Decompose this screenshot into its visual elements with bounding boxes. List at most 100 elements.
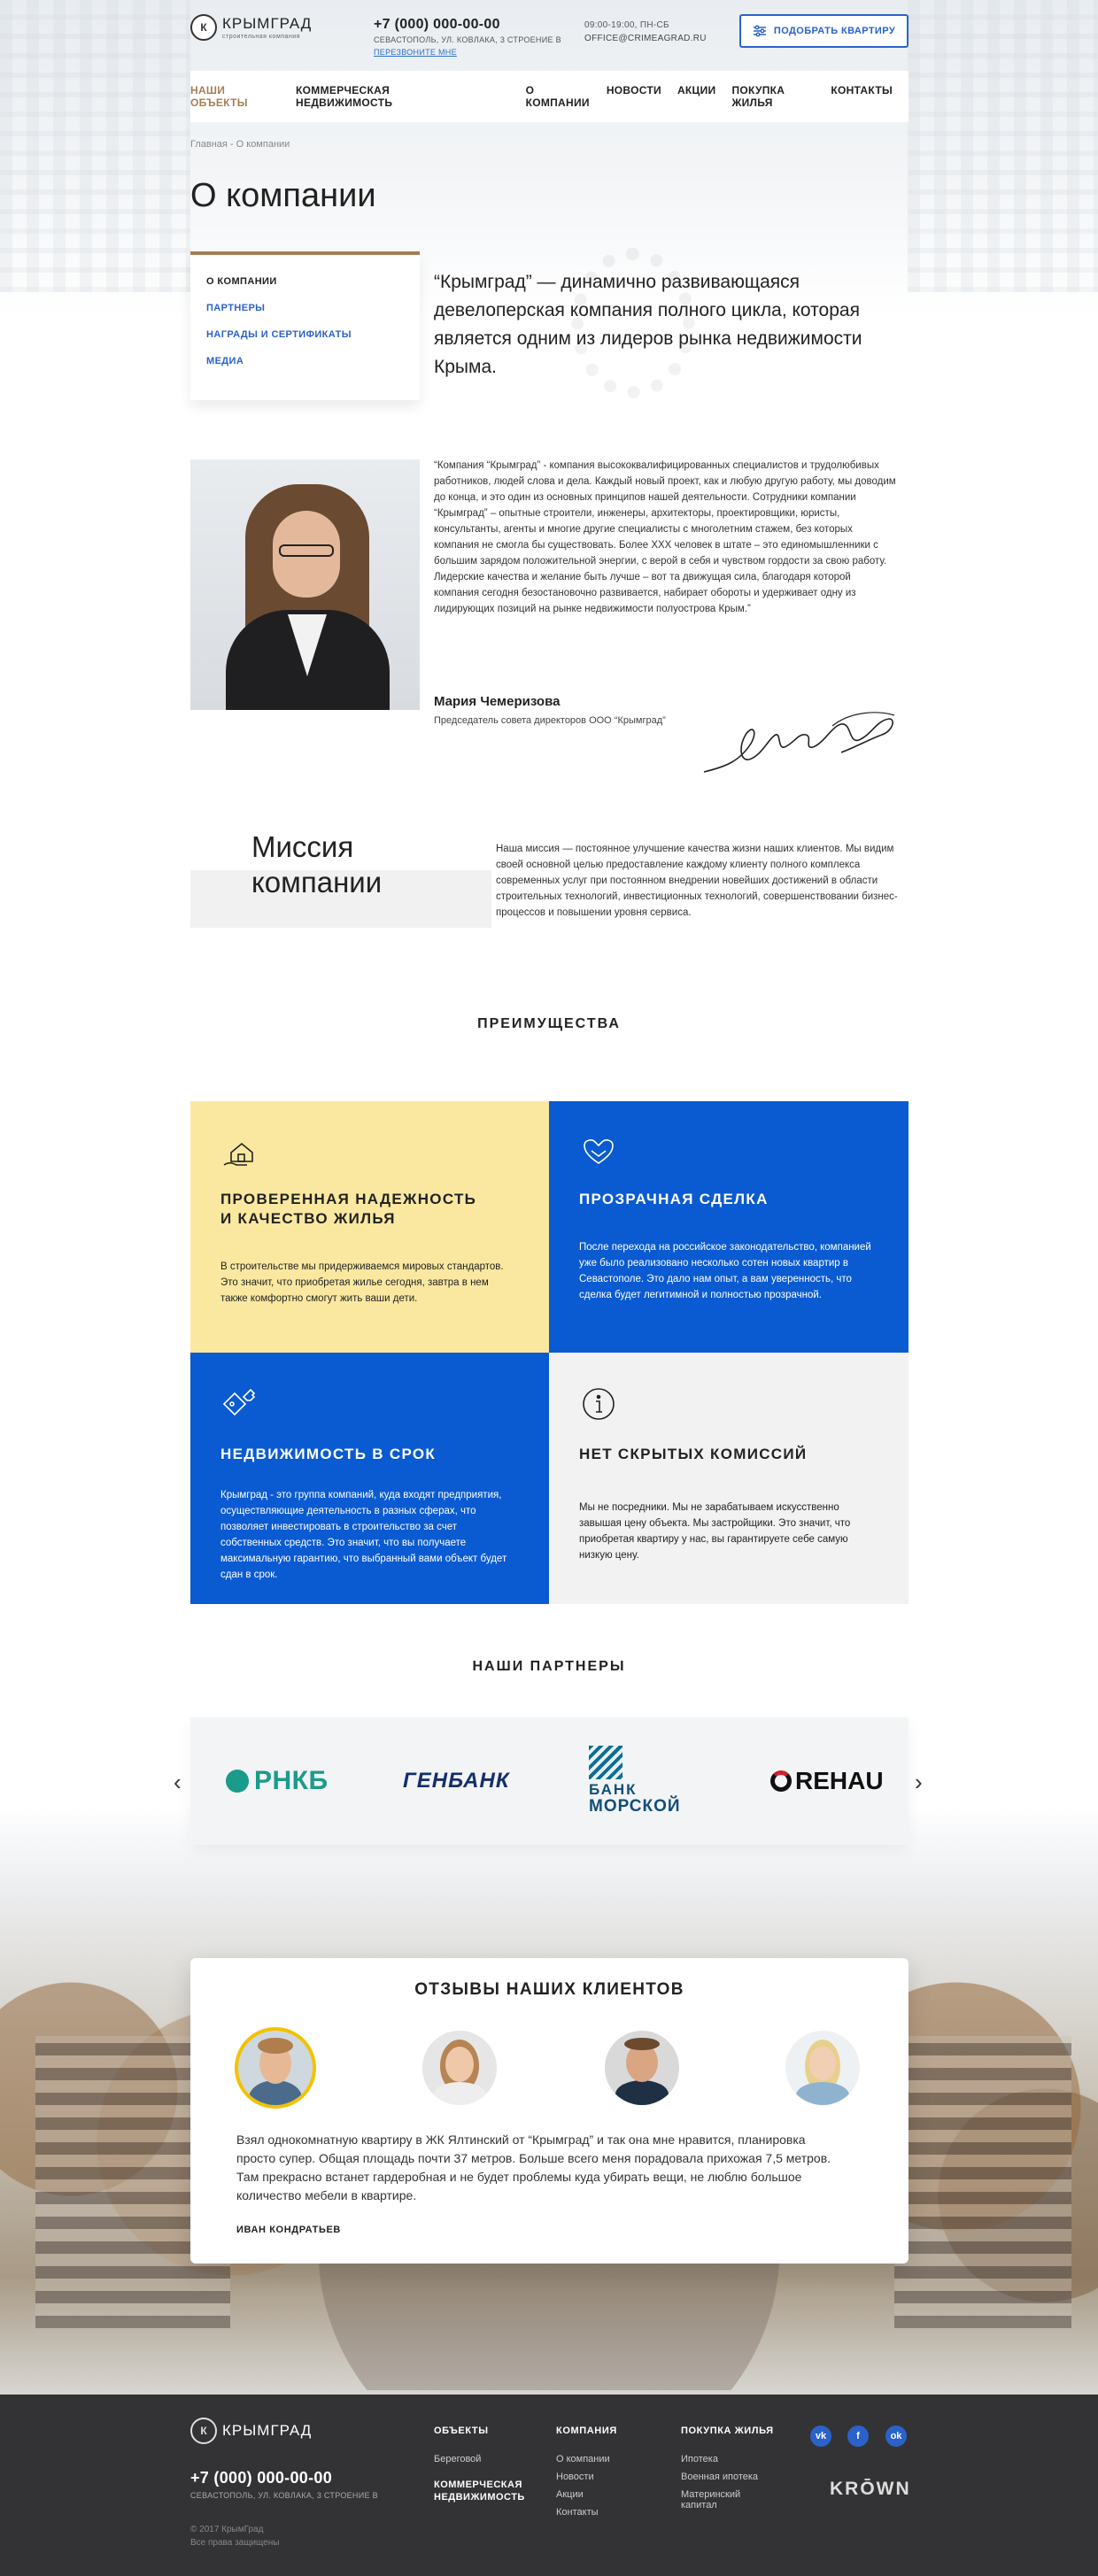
partners-prev-arrow[interactable]: ‹ [174,1769,182,1796]
nav-item-commercial[interactable]: КОММЕРЧЕСКАЯ НЕДВИЖИМОСТЬ [296,84,478,109]
partner-name: БАНК [589,1781,638,1798]
director-position: Председатель совета директоров ООО “Крым… [434,715,666,726]
advantage-card: НЕДВИЖИМОСТЬ В СРОК Крымград - это групп… [190,1353,549,1604]
page-title: О компании [190,177,376,214]
footer-col-title: ПОКУПКА ЖИЛЬЯ [681,2426,774,2436]
pick-apartment-button[interactable]: ПОДОБРАТЬ КВАРТИРУ [739,14,909,48]
breadcrumb[interactable]: Главная - О компании [190,139,290,150]
nav-item-buying[interactable]: ПОКУПКА ЖИЛЬЯ [731,84,815,109]
footer-link[interactable]: Акции [556,2489,617,2500]
advantage-title: НЕДВИЖИМОСТЬ В СРОК [220,1446,437,1462]
footer-address: СЕВАСТОПОЛЬ, УЛ. КОВЛАКА, 3 СТРОЕНИЕ В [190,2491,378,2500]
partner-logo-rnkb[interactable]: РНКБ [226,1717,329,1845]
side-item-awards[interactable]: НАГРАДЫ И СЕРТИФИКАТЫ [206,329,420,340]
advantages-heading: ПРЕИМУЩЕСТВА [477,1016,621,1031]
developer-logo[interactable]: KRŌWN [830,2479,911,2500]
header-email[interactable]: OFFICE@CRIMEAGRAD.RU [584,34,707,43]
partners-next-arrow[interactable]: › [915,1769,923,1796]
footer-link[interactable]: Ипотека [681,2454,774,2464]
footer-link[interactable]: Контакты [556,2507,617,2518]
header-address: СЕВАСТОПОЛЬ, УЛ. КОВЛАКА, 3 СТРОЕНИЕ В [374,35,561,44]
rights-line: Все права защищены [190,2538,280,2548]
mission-text: Наша миссия — постоянное улучшение качес… [496,844,898,918]
reviewer-avatar[interactable] [785,2031,860,2105]
footer-logo[interactable]: К КРЫМГРАД [190,2418,312,2444]
nav-item-about[interactable]: О КОМПАНИИ [526,84,591,109]
signature-image [703,712,895,773]
advantage-card: ПРОЗРАЧНАЯ СДЕЛКА После перехода на росс… [549,1101,909,1353]
house-hand-icon [223,1142,253,1166]
footer-link[interactable]: Материнский [681,2489,774,2500]
site-footer: К КРЫМГРАД +7 (000) 000-00-00 СЕВАСТОПОЛ… [0,2395,1098,2576]
nav-item-news[interactable]: НОВОСТИ [607,84,661,109]
reviews-card: ОТЗЫВЫ НАШИХ КЛИЕНТОВ Взял однокомнатную… [190,1958,909,2264]
info-icon [583,1388,615,1420]
director-name: Мария Чемеризова [434,694,561,709]
partner-name: ГЕНБАНК [403,1769,510,1793]
reviewer-avatar[interactable] [605,2031,679,2105]
intro-text: “Крымград” — динамично развивающаяся дев… [434,272,862,377]
advantage-card: НЕТ СКРЫТЫХ КОМИССИЙ Мы не посредники. М… [549,1353,909,1604]
advantages-grid: ПРОВЕРЕННАЯ НАДЕЖНОСТЬ И КАЧЕСТВО ЖИЛЬЯ В… [190,1101,909,1604]
footer-copyright: © 2017 КрымГрад Все права защищены [190,2523,279,2549]
footer-link[interactable]: капитал [681,2500,774,2510]
footer-col-title: ОБЪЕКТЫ [434,2426,489,2436]
partner-logo-morskoy[interactable]: БАНК МОРСКОЙ [589,1717,681,1845]
callback-link[interactable]: ПЕРЕЗВОНИТЕ МНЕ [374,48,457,57]
odnoklassniki-icon[interactable]: ok [885,2426,907,2447]
director-quote: “Компания “Крымград” - компания высококв… [434,460,896,614]
footer-link-commercial[interactable]: КОММЕРЧЕСКАЯ НЕДВИЖИМОСТЬ [434,2479,525,2503]
building-right [894,2036,1071,2328]
handshake-icon [584,1139,614,1164]
logo-mark-icon: К [190,2418,217,2444]
footer-col-company: КОМПАНИЯ О компании Новости Акции Контак… [556,2426,617,2525]
header-hours: 09:00-19:00, ПН-СБ [584,20,669,30]
header-phone[interactable]: +7 (000) 000-00-00 [374,17,500,33]
copyright-line: © 2017 КрымГрад [190,2525,264,2534]
reviewer-avatar[interactable] [422,2031,497,2105]
partner-logo-rehau[interactable]: REHAU [770,1717,884,1845]
site-header: К КРЫМГРАД строительная компания +7 (000… [0,0,1098,137]
side-item-about[interactable]: О КОМПАНИИ [206,276,420,287]
rnkb-mark-icon [226,1770,249,1793]
logo-subtitle: строительная компания [222,34,301,40]
facebook-icon[interactable]: f [847,2426,869,2447]
partner-name: МОРСКОЙ [589,1797,681,1816]
footer-link[interactable]: Военная ипотека [681,2472,774,2482]
side-item-partners[interactable]: ПАРТНЕРЫ [206,303,420,313]
advantage-text: Крымград - это группа компаний, куда вхо… [220,1490,507,1580]
review-text: Взял однокомнатную квартиру в ЖК Ялтинск… [236,2133,831,2202]
director-photo [190,459,420,710]
main-nav: НАШИ ОБЪЕКТЫ КОММЕРЧЕСКАЯ НЕДВИЖИМОСТЬ О… [190,71,909,122]
rehau-mark-icon [770,1770,792,1792]
footer-col-title: КОМПАНИЯ [556,2426,617,2436]
side-item-media[interactable]: МЕДИА [206,356,420,366]
morskoy-mark-icon [589,1746,622,1779]
nav-item-promo[interactable]: АКЦИИ [677,84,716,109]
footer-col-buying: ПОКУПКА ЖИЛЬЯ Ипотека Военная ипотека Ма… [681,2426,774,2518]
partner-name: РНКБ [254,1766,329,1795]
footer-link[interactable]: О компании [556,2454,617,2464]
partners-heading: НАШИ ПАРТНЕРЫ [472,1659,626,1674]
pick-apartment-label: ПОДОБРАТЬ КВАРТИРУ [773,26,896,36]
advantage-text: После перехода на российское законодател… [579,1242,871,1300]
partner-logo-genbank[interactable]: ГЕНБАНК [403,1717,510,1845]
side-menu: О КОМПАНИИ ПАРТНЕРЫ НАГРАДЫ И СЕРТИФИКАТ… [190,251,420,400]
reviewer-avatar-active[interactable] [235,2027,316,2109]
nav-item-objects[interactable]: НАШИ ОБЪЕКТЫ [190,84,280,109]
nav-item-contacts[interactable]: КОНТАКТЫ [831,84,893,109]
footer-col-objects: ОБЪЕКТЫ Береговой КОММЕРЧЕСКАЯ НЕДВИЖИМОС… [434,2426,525,2510]
logo[interactable]: К КРЫМГРАД строительная компания [190,14,312,41]
review-author: ИВАН КОНДРАТЬЕВ [236,2225,341,2235]
vk-icon[interactable]: vk [810,2426,831,2447]
partner-name: REHAU [795,1767,884,1794]
filter-icon [753,25,766,37]
footer-link[interactable]: Новости [556,2472,617,2482]
advantage-title: ПРОЗРАЧНАЯ СДЕЛКА [579,1191,769,1207]
footer-link[interactable]: Береговой [434,2454,525,2464]
footer-phone[interactable]: +7 (000) 000-00-00 [190,2469,332,2487]
advantage-text: Мы не посредники. Мы не зарабатываем иск… [579,1502,851,1561]
partners-carousel: РНКБ ГЕНБАНК БАНК МОРСКОЙ REHAU [190,1717,909,1845]
advantage-text: В строительстве мы придерживаемся мировы… [220,1261,504,1304]
advantage-card: ПРОВЕРЕННАЯ НАДЕЖНОСТЬ И КАЧЕСТВО ЖИЛЬЯ В… [190,1101,549,1353]
